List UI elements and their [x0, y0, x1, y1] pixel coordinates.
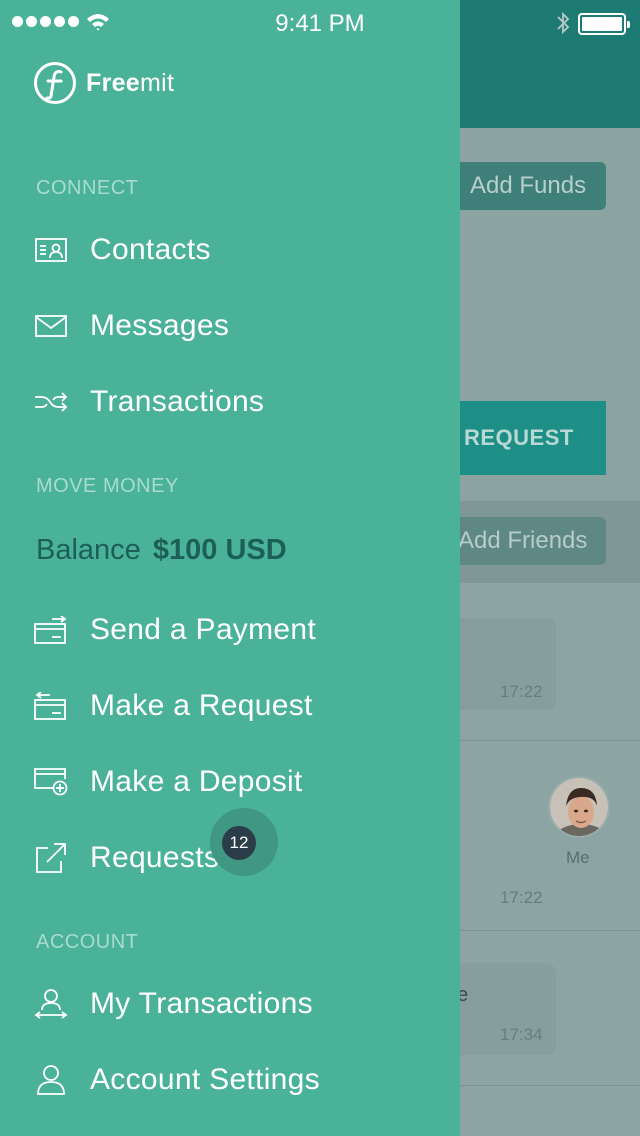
brand-name-regular: mit — [140, 68, 175, 97]
menu-item-messages[interactable]: Messages — [34, 298, 434, 354]
message-time: 17:34 — [500, 1025, 543, 1044]
menu-label: Messages — [90, 309, 230, 342]
section-title-move-money: MOVE MONEY — [36, 475, 179, 497]
request-button[interactable]: REQUEST — [440, 401, 606, 475]
menu-item-account-settings[interactable]: Account Settings — [34, 1052, 434, 1108]
envelope-icon — [34, 311, 68, 341]
freemit-logo-icon — [34, 62, 76, 104]
message-time: 17:22 — [500, 888, 543, 907]
menu-item-contacts[interactable]: Contacts — [34, 222, 434, 278]
user-icon — [34, 1065, 68, 1095]
shuffle-icon — [34, 387, 68, 417]
balance-display: Balance $100 USD — [36, 534, 287, 567]
menu-label: Account Settings — [90, 1063, 320, 1096]
card-deposit-icon — [34, 767, 68, 797]
user-transfer-icon — [34, 989, 68, 1019]
external-link-icon — [34, 843, 68, 873]
divider — [460, 740, 640, 741]
menu-label: Requests — [90, 841, 220, 874]
menu-item-transactions[interactable]: Transactions — [34, 374, 434, 430]
sender-label: Me — [566, 848, 590, 867]
requests-count-badge: 12 — [222, 826, 256, 860]
menu-item-make-deposit[interactable]: Make a Deposit — [34, 754, 434, 810]
avatar[interactable] — [548, 776, 610, 838]
brand-logo[interactable]: Freemit — [34, 62, 174, 104]
status-time: 9:41 PM — [275, 10, 365, 37]
menu-item-make-request[interactable]: Make a Request — [34, 678, 434, 734]
brand-name-bold: Free — [86, 68, 141, 97]
contact-card-icon — [34, 235, 68, 265]
menu-label: Transactions — [90, 385, 265, 418]
divider — [460, 1085, 640, 1086]
side-drawer: Freemit CONNECT Contacts Messages Transa… — [0, 0, 460, 1136]
battery-icon — [578, 13, 630, 35]
menu-item-send-payment[interactable]: Send a Payment — [34, 602, 434, 658]
status-bar: 9:41 PM — [0, 0, 640, 40]
divider — [460, 930, 640, 931]
message-time: 17:22 — [500, 682, 543, 701]
menu-label: My Transactions — [90, 987, 313, 1020]
menu-label: Make a Deposit — [90, 765, 303, 798]
menu-label: Contacts — [90, 233, 211, 266]
card-send-icon — [34, 615, 68, 645]
menu-item-my-transactions[interactable]: My Transactions — [34, 976, 434, 1032]
balance-amount: $100 USD — [152, 534, 287, 566]
card-request-icon — [34, 691, 68, 721]
menu-label: Send a Payment — [90, 613, 317, 646]
section-title-connect: CONNECT — [36, 177, 139, 199]
add-funds-button[interactable]: Add Funds — [452, 162, 606, 210]
bluetooth-icon — [557, 11, 570, 35]
brand-name: Freemit — [86, 69, 174, 98]
section-title-account: ACCOUNT — [36, 931, 139, 953]
menu-label: Make a Request — [90, 689, 313, 722]
balance-label: Balance — [36, 534, 141, 566]
add-friends-button[interactable]: Add Friends — [440, 517, 606, 565]
